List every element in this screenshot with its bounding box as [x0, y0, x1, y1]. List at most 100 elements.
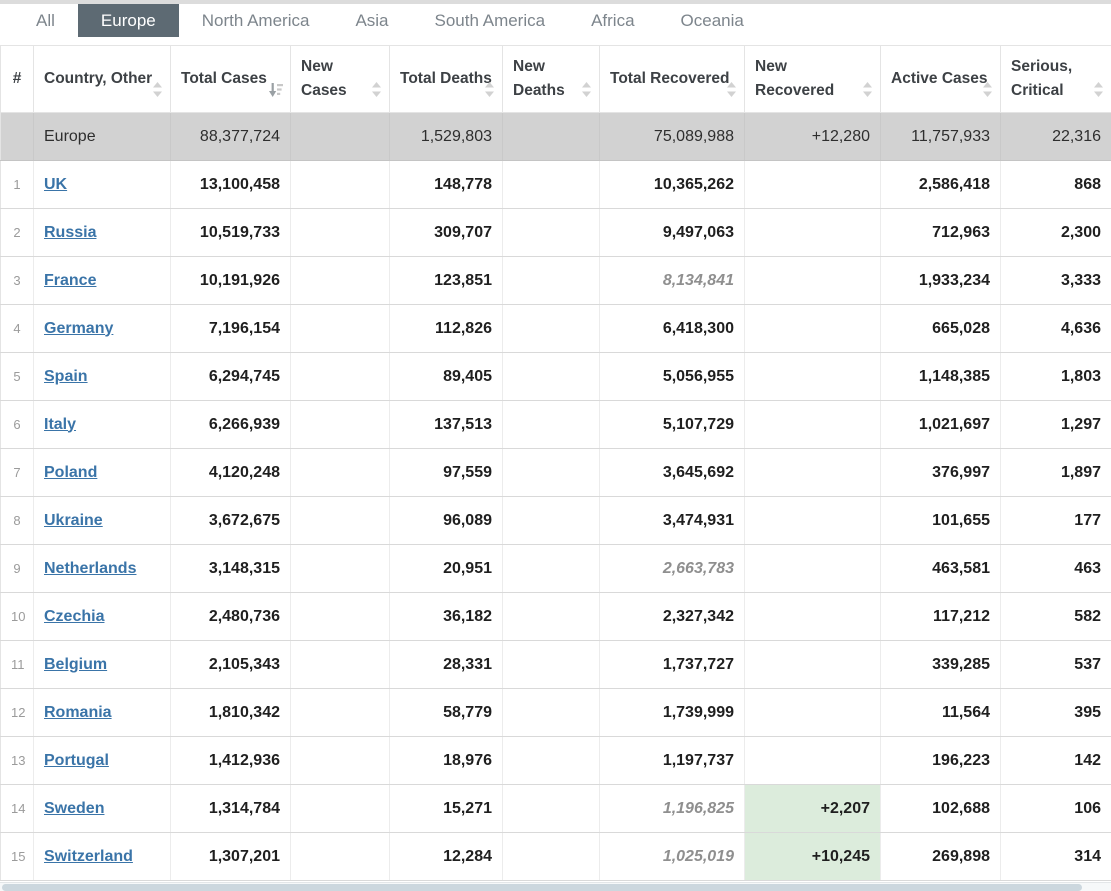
country-link[interactable]: Poland	[44, 464, 97, 481]
rank-cell: 1	[1, 161, 34, 209]
total-cases-cell: 6,294,745	[171, 353, 291, 401]
tab-asia[interactable]: Asia	[332, 4, 411, 37]
total-recovered-cell: 6,418,300	[600, 305, 745, 353]
serious-critical-cell: 582	[1001, 593, 1111, 641]
country-link[interactable]: Netherlands	[44, 560, 136, 577]
column-header-new-deaths[interactable]: New Deaths	[503, 46, 600, 113]
country-name-cell: Czechia	[34, 593, 171, 641]
total-deaths-cell: 12,284	[390, 833, 503, 881]
header-row: # Country, Other Total Cases New Cases T…	[1, 46, 1111, 113]
column-header-total-recovered[interactable]: Total Recovered	[600, 46, 745, 113]
country-link[interactable]: Germany	[44, 320, 113, 337]
total-cases-cell: 10,191,926	[171, 257, 291, 305]
rank-cell: 10	[1, 593, 34, 641]
table-body: Europe 88,377,724 1,529,803 75,089,988 +…	[1, 113, 1111, 881]
new-deaths-cell	[503, 737, 600, 785]
country-link[interactable]: Czechia	[44, 608, 104, 625]
active-cases-cell: 1,148,385	[881, 353, 1001, 401]
country-row: 8 Ukraine 3,672,675 96,089 3,474,931 101…	[1, 497, 1111, 545]
new-cases-cell	[291, 353, 390, 401]
total-deaths-cell: 28,331	[390, 641, 503, 689]
horizontal-scrollbar[interactable]	[0, 882, 1111, 891]
new-cases-cell	[291, 785, 390, 833]
country-row: 7 Poland 4,120,248 97,559 3,645,692 376,…	[1, 449, 1111, 497]
new-deaths-cell	[503, 785, 600, 833]
column-header-active-cases[interactable]: Active Cases	[881, 46, 1001, 113]
total-recovered-cell: 2,663,783	[600, 545, 745, 593]
new-deaths-cell	[503, 209, 600, 257]
total-deaths-cell: 112,826	[390, 305, 503, 353]
country-row: 12 Romania 1,810,342 58,779 1,739,999 11…	[1, 689, 1111, 737]
sort-both-icon	[371, 82, 382, 97]
new-deaths-cell	[503, 305, 600, 353]
column-header-serious-critical[interactable]: Serious, Critical	[1001, 46, 1111, 113]
rank-cell: 2	[1, 209, 34, 257]
total-recovered-cell: 8,134,841	[600, 257, 745, 305]
new-cases-cell	[291, 113, 390, 161]
country-name-cell: Netherlands	[34, 545, 171, 593]
country-link[interactable]: UK	[44, 176, 67, 193]
total-cases-cell: 4,120,248	[171, 449, 291, 497]
total-recovered-cell: 5,056,955	[600, 353, 745, 401]
rank-cell: 7	[1, 449, 34, 497]
country-link[interactable]: Portugal	[44, 752, 109, 769]
country-link[interactable]: Switzerland	[44, 848, 133, 865]
active-cases-cell: 463,581	[881, 545, 1001, 593]
new-cases-cell	[291, 209, 390, 257]
tab-africa[interactable]: Africa	[568, 4, 657, 37]
column-header-country[interactable]: Country, Other	[34, 46, 171, 113]
new-recovered-cell	[745, 545, 881, 593]
rank-cell: 13	[1, 737, 34, 785]
column-label: #	[13, 70, 22, 87]
total-deaths-cell: 18,976	[390, 737, 503, 785]
column-header-total-cases[interactable]: Total Cases	[171, 46, 291, 113]
country-link[interactable]: Italy	[44, 416, 76, 433]
column-label: New Deaths	[513, 58, 565, 99]
tab-europe[interactable]: Europe	[78, 4, 179, 37]
rank-cell	[1, 113, 34, 161]
rank-cell: 4	[1, 305, 34, 353]
new-recovered-cell	[745, 593, 881, 641]
active-cases-cell: 117,212	[881, 593, 1001, 641]
country-link[interactable]: Belgium	[44, 656, 107, 673]
new-recovered-cell	[745, 161, 881, 209]
tab-oceania[interactable]: Oceania	[658, 4, 767, 37]
total-deaths-cell: 58,779	[390, 689, 503, 737]
sort-both-icon	[484, 82, 495, 97]
country-link[interactable]: Spain	[44, 368, 88, 385]
total-cases-cell: 3,672,675	[171, 497, 291, 545]
country-row: 14 Sweden 1,314,784 15,271 1,196,825 +2,…	[1, 785, 1111, 833]
rank-cell: 12	[1, 689, 34, 737]
total-cases-cell: 10,519,733	[171, 209, 291, 257]
country-link[interactable]: Ukraine	[44, 512, 103, 529]
sort-both-icon	[982, 82, 993, 97]
horizontal-scrollbar-thumb[interactable]	[2, 884, 1082, 891]
tab-all[interactable]: All	[13, 4, 78, 37]
rank-cell: 3	[1, 257, 34, 305]
country-row: 9 Netherlands 3,148,315 20,951 2,663,783…	[1, 545, 1111, 593]
new-cases-cell	[291, 449, 390, 497]
new-deaths-cell	[503, 353, 600, 401]
column-header-new-recovered[interactable]: New Recovered	[745, 46, 881, 113]
column-header-new-cases[interactable]: New Cases	[291, 46, 390, 113]
total-deaths-cell: 123,851	[390, 257, 503, 305]
column-header-total-deaths[interactable]: Total Deaths	[390, 46, 503, 113]
country-link[interactable]: Sweden	[44, 800, 104, 817]
country-link[interactable]: Russia	[44, 224, 96, 241]
total-recovered-cell: 3,474,931	[600, 497, 745, 545]
country-link[interactable]: France	[44, 272, 96, 289]
total-cases-cell: 13,100,458	[171, 161, 291, 209]
serious-critical-cell: 22,316	[1001, 113, 1111, 161]
new-deaths-cell	[503, 833, 600, 881]
new-recovered-cell: +12,280	[745, 113, 881, 161]
country-name-cell: Poland	[34, 449, 171, 497]
serious-critical-cell: 463	[1001, 545, 1111, 593]
tab-north-america[interactable]: North America	[179, 4, 333, 37]
new-cases-cell	[291, 257, 390, 305]
country-link[interactable]: Romania	[44, 704, 112, 721]
tab-south-america[interactable]: South America	[412, 4, 569, 37]
total-cases-cell: 1,307,201	[171, 833, 291, 881]
new-cases-cell	[291, 689, 390, 737]
covid-stats-table: # Country, Other Total Cases New Cases T…	[0, 45, 1111, 881]
serious-critical-cell: 314	[1001, 833, 1111, 881]
